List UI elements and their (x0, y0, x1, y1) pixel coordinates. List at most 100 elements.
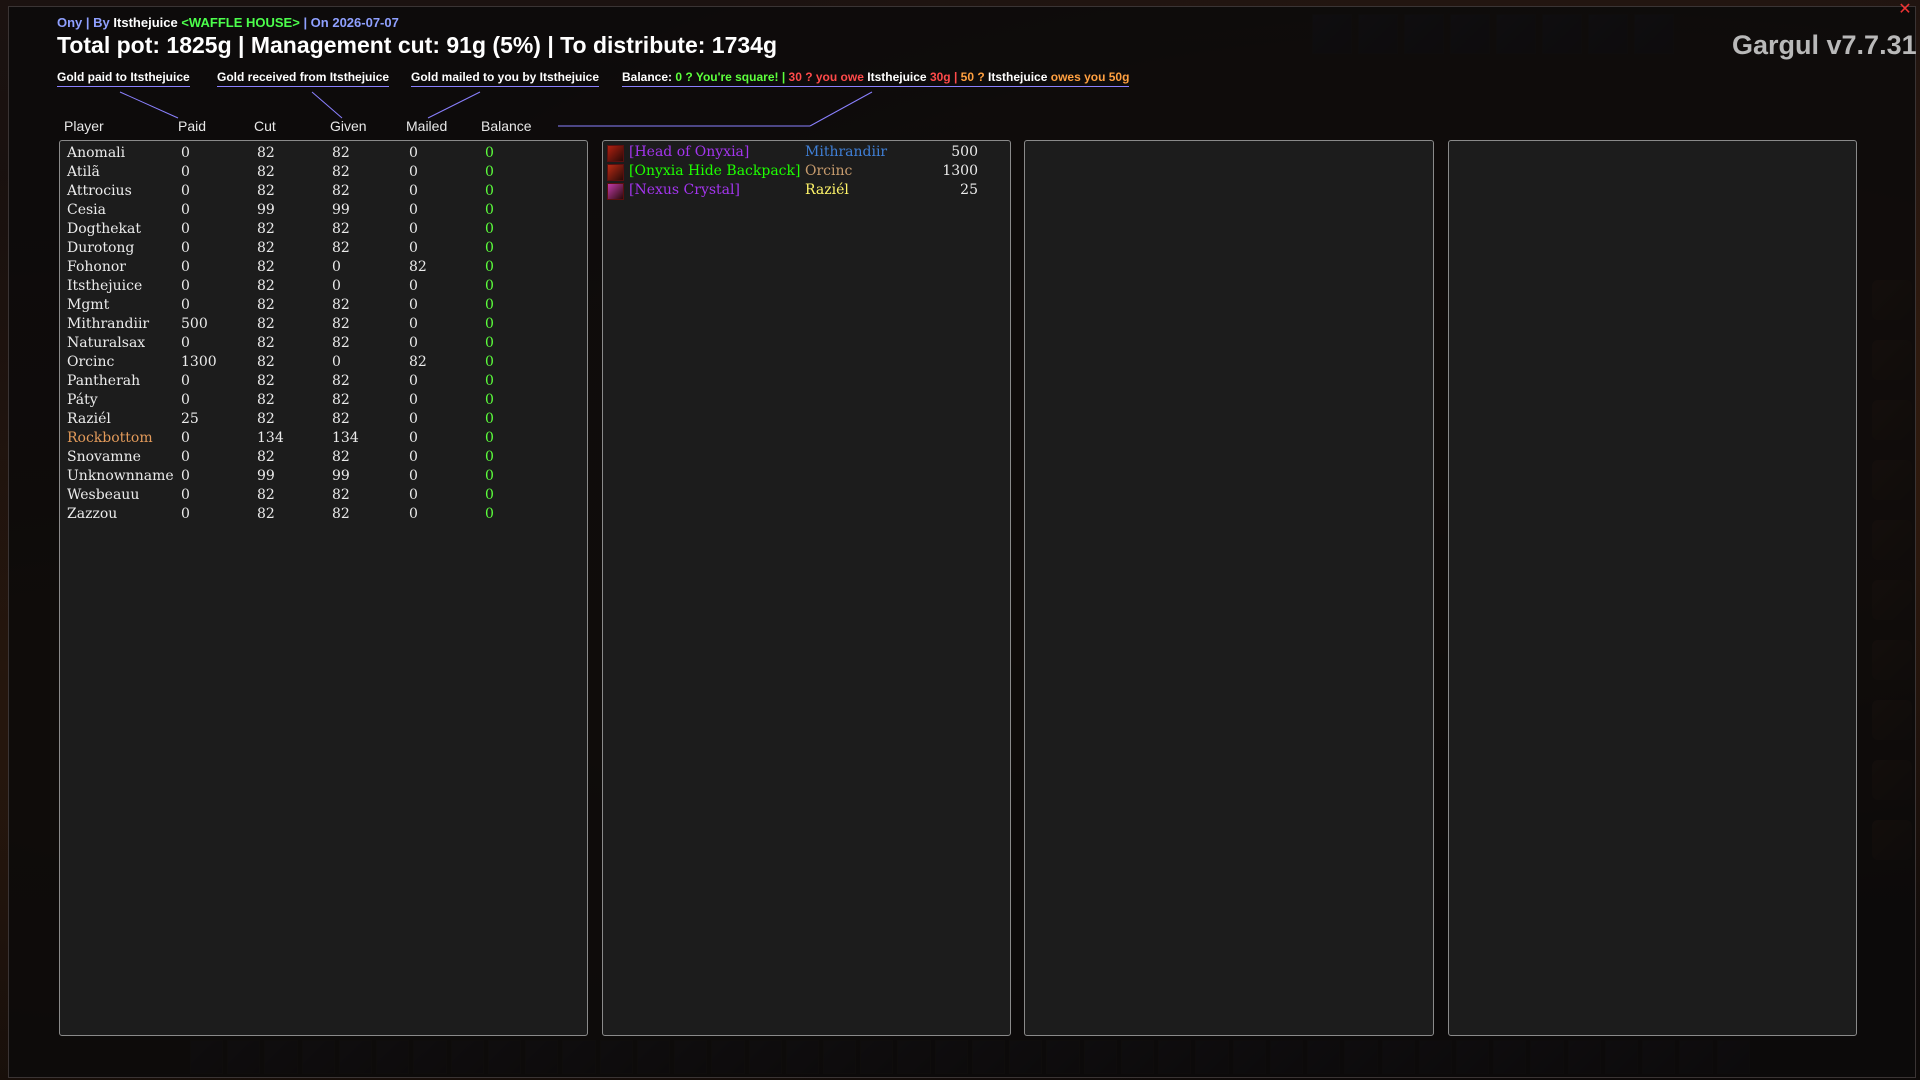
legend-mailed: Gold mailed to you by Itsthejuice (411, 70, 600, 87)
player-paid: 0 (181, 164, 190, 180)
session-info: Ony | By Itsthejuice <WAFFLE HOUSE> | On… (57, 15, 399, 30)
player-name: Fohonor (67, 259, 126, 275)
player-paid: 0 (181, 240, 190, 256)
player-paid: 0 (181, 202, 190, 218)
player-balance: 0 (485, 202, 494, 218)
head-of-onyxia-icon (607, 145, 624, 162)
player-cut: 82 (257, 221, 275, 237)
balance-square: 0 ? You're square! (675, 70, 779, 84)
player-balance: 0 (485, 373, 494, 389)
legend-balance: Balance: 0 ? You're square! | 30 ? you o… (622, 70, 1130, 87)
item-link[interactable]: [Head of Onyxia] (629, 144, 749, 160)
player-row[interactable]: Attrocius 0 82 82 0 0 (60, 182, 587, 201)
player-cut: 82 (257, 392, 275, 408)
empty-panel-4 (1448, 140, 1857, 1036)
player-name: Wesbeauu (67, 487, 140, 503)
column-cut[interactable]: Cut (254, 118, 276, 134)
player-cut: 82 (257, 411, 275, 427)
player-cut: 82 (257, 278, 275, 294)
player-given: 82 (332, 411, 350, 427)
player-mailed: 0 (409, 373, 418, 389)
player-mailed: 0 (409, 297, 418, 313)
player-row[interactable]: Pantherah 0 82 82 0 0 (60, 372, 587, 391)
player-row[interactable]: Atilã 0 82 82 0 0 (60, 163, 587, 182)
player-cut: 82 (257, 297, 275, 313)
player-cut: 82 (257, 487, 275, 503)
player-balance: 0 (485, 354, 494, 370)
player-row[interactable]: Anomali 0 82 82 0 0 (60, 144, 587, 163)
player-row[interactable]: Wesbeauu 0 82 82 0 0 (60, 486, 587, 505)
loot-row[interactable]: [Nexus Crystal] Raziél 25 (603, 182, 1010, 201)
player-row[interactable]: Mgmt 0 82 82 0 0 (60, 296, 587, 315)
player-given: 82 (332, 392, 350, 408)
item-link[interactable]: [Onyxia Hide Backpack] (629, 163, 800, 179)
player-row[interactable]: Durotong 0 82 82 0 0 (60, 239, 587, 258)
player-name: Mgmt (67, 297, 110, 313)
player-name: Dogthekat (67, 221, 141, 237)
player-row[interactable]: Itsthejuice 0 82 0 0 0 (60, 277, 587, 296)
player-row[interactable]: Orcinc 1300 82 0 82 0 (60, 353, 587, 372)
player-mailed: 0 (409, 392, 418, 408)
player-row[interactable]: Snovamne 0 82 82 0 0 (60, 448, 587, 467)
balance-label: Balance: (622, 70, 673, 84)
column-player[interactable]: Player (64, 118, 104, 134)
player-balance: 0 (485, 259, 494, 275)
player-paid: 25 (181, 411, 199, 427)
winner-name: Orcinc (805, 163, 853, 179)
raid-name: Ony (57, 15, 83, 30)
player-cut: 82 (257, 449, 275, 465)
player-row[interactable]: Rockbottom 0 134 134 0 0 (60, 429, 587, 448)
players-panel: Anomali 0 82 82 0 0 Atilã 0 82 82 0 0 Attrocius 0 82 82… (59, 140, 588, 1036)
loot-row[interactable]: [Head of Onyxia] Mithrandiir 500 (603, 144, 1010, 163)
player-name: Atilã (67, 164, 100, 180)
player-balance: 0 (485, 240, 494, 256)
balance-owe-name: Itsthejuice (867, 70, 927, 84)
player-paid: 0 (181, 487, 190, 503)
player-given: 0 (332, 278, 341, 294)
player-row[interactable]: Páty 0 82 82 0 0 (60, 391, 587, 410)
player-paid: 0 (181, 183, 190, 199)
column-balance[interactable]: Balance (481, 118, 532, 134)
player-balance: 0 (485, 221, 494, 237)
player-balance: 0 (485, 506, 494, 522)
player-row[interactable]: Cesia 0 99 99 0 0 (60, 201, 587, 220)
balance-owe-amount: 30g (929, 70, 951, 84)
player-row[interactable]: Mithrandiir 500 82 82 0 0 (60, 315, 587, 334)
player-cut: 82 (257, 373, 275, 389)
player-paid: 0 (181, 449, 190, 465)
player-balance: 0 (485, 316, 494, 332)
player-cut: 82 (257, 354, 275, 370)
legend-paid: Gold paid to Itsthejuice (57, 70, 190, 87)
player-mailed: 0 (409, 506, 418, 522)
column-given[interactable]: Given (330, 118, 367, 134)
player-row[interactable]: Raziél 25 82 82 0 0 (60, 410, 587, 429)
close-icon[interactable]: ✕ (1894, 0, 1916, 18)
column-paid[interactable]: Paid (178, 118, 206, 134)
loot-price: 500 (951, 144, 978, 160)
player-name: Cesia (67, 202, 107, 218)
player-paid: 0 (181, 392, 190, 408)
column-mailed[interactable]: Mailed (406, 118, 447, 134)
player-given: 82 (332, 183, 350, 199)
player-cut: 82 (257, 145, 275, 161)
empty-panel-3 (1024, 140, 1434, 1036)
player-row[interactable]: Dogthekat 0 82 82 0 0 (60, 220, 587, 239)
player-mailed: 0 (409, 278, 418, 294)
player-given: 82 (332, 487, 350, 503)
player-balance: 0 (485, 297, 494, 313)
player-row[interactable]: Unknownname 0 99 99 0 0 (60, 467, 587, 486)
player-cut: 134 (257, 430, 284, 446)
player-row[interactable]: Naturalsax 0 82 82 0 0 (60, 334, 587, 353)
player-given: 82 (332, 449, 350, 465)
player-balance: 0 (485, 449, 494, 465)
player-cut: 82 (257, 335, 275, 351)
loot-row[interactable]: [Onyxia Hide Backpack] Orcinc 1300 (603, 163, 1010, 182)
player-paid: 500 (181, 316, 208, 332)
item-link[interactable]: [Nexus Crystal] (629, 182, 740, 198)
player-row[interactable]: Fohonor 0 82 0 82 0 (60, 258, 587, 277)
addon-version: Gargul v7.7.31 (1732, 30, 1917, 60)
loot-price: 1300 (942, 163, 978, 179)
player-name: Snovamne (67, 449, 141, 465)
player-row[interactable]: Zazzou 0 82 82 0 0 (60, 505, 587, 524)
player-paid: 0 (181, 468, 190, 484)
